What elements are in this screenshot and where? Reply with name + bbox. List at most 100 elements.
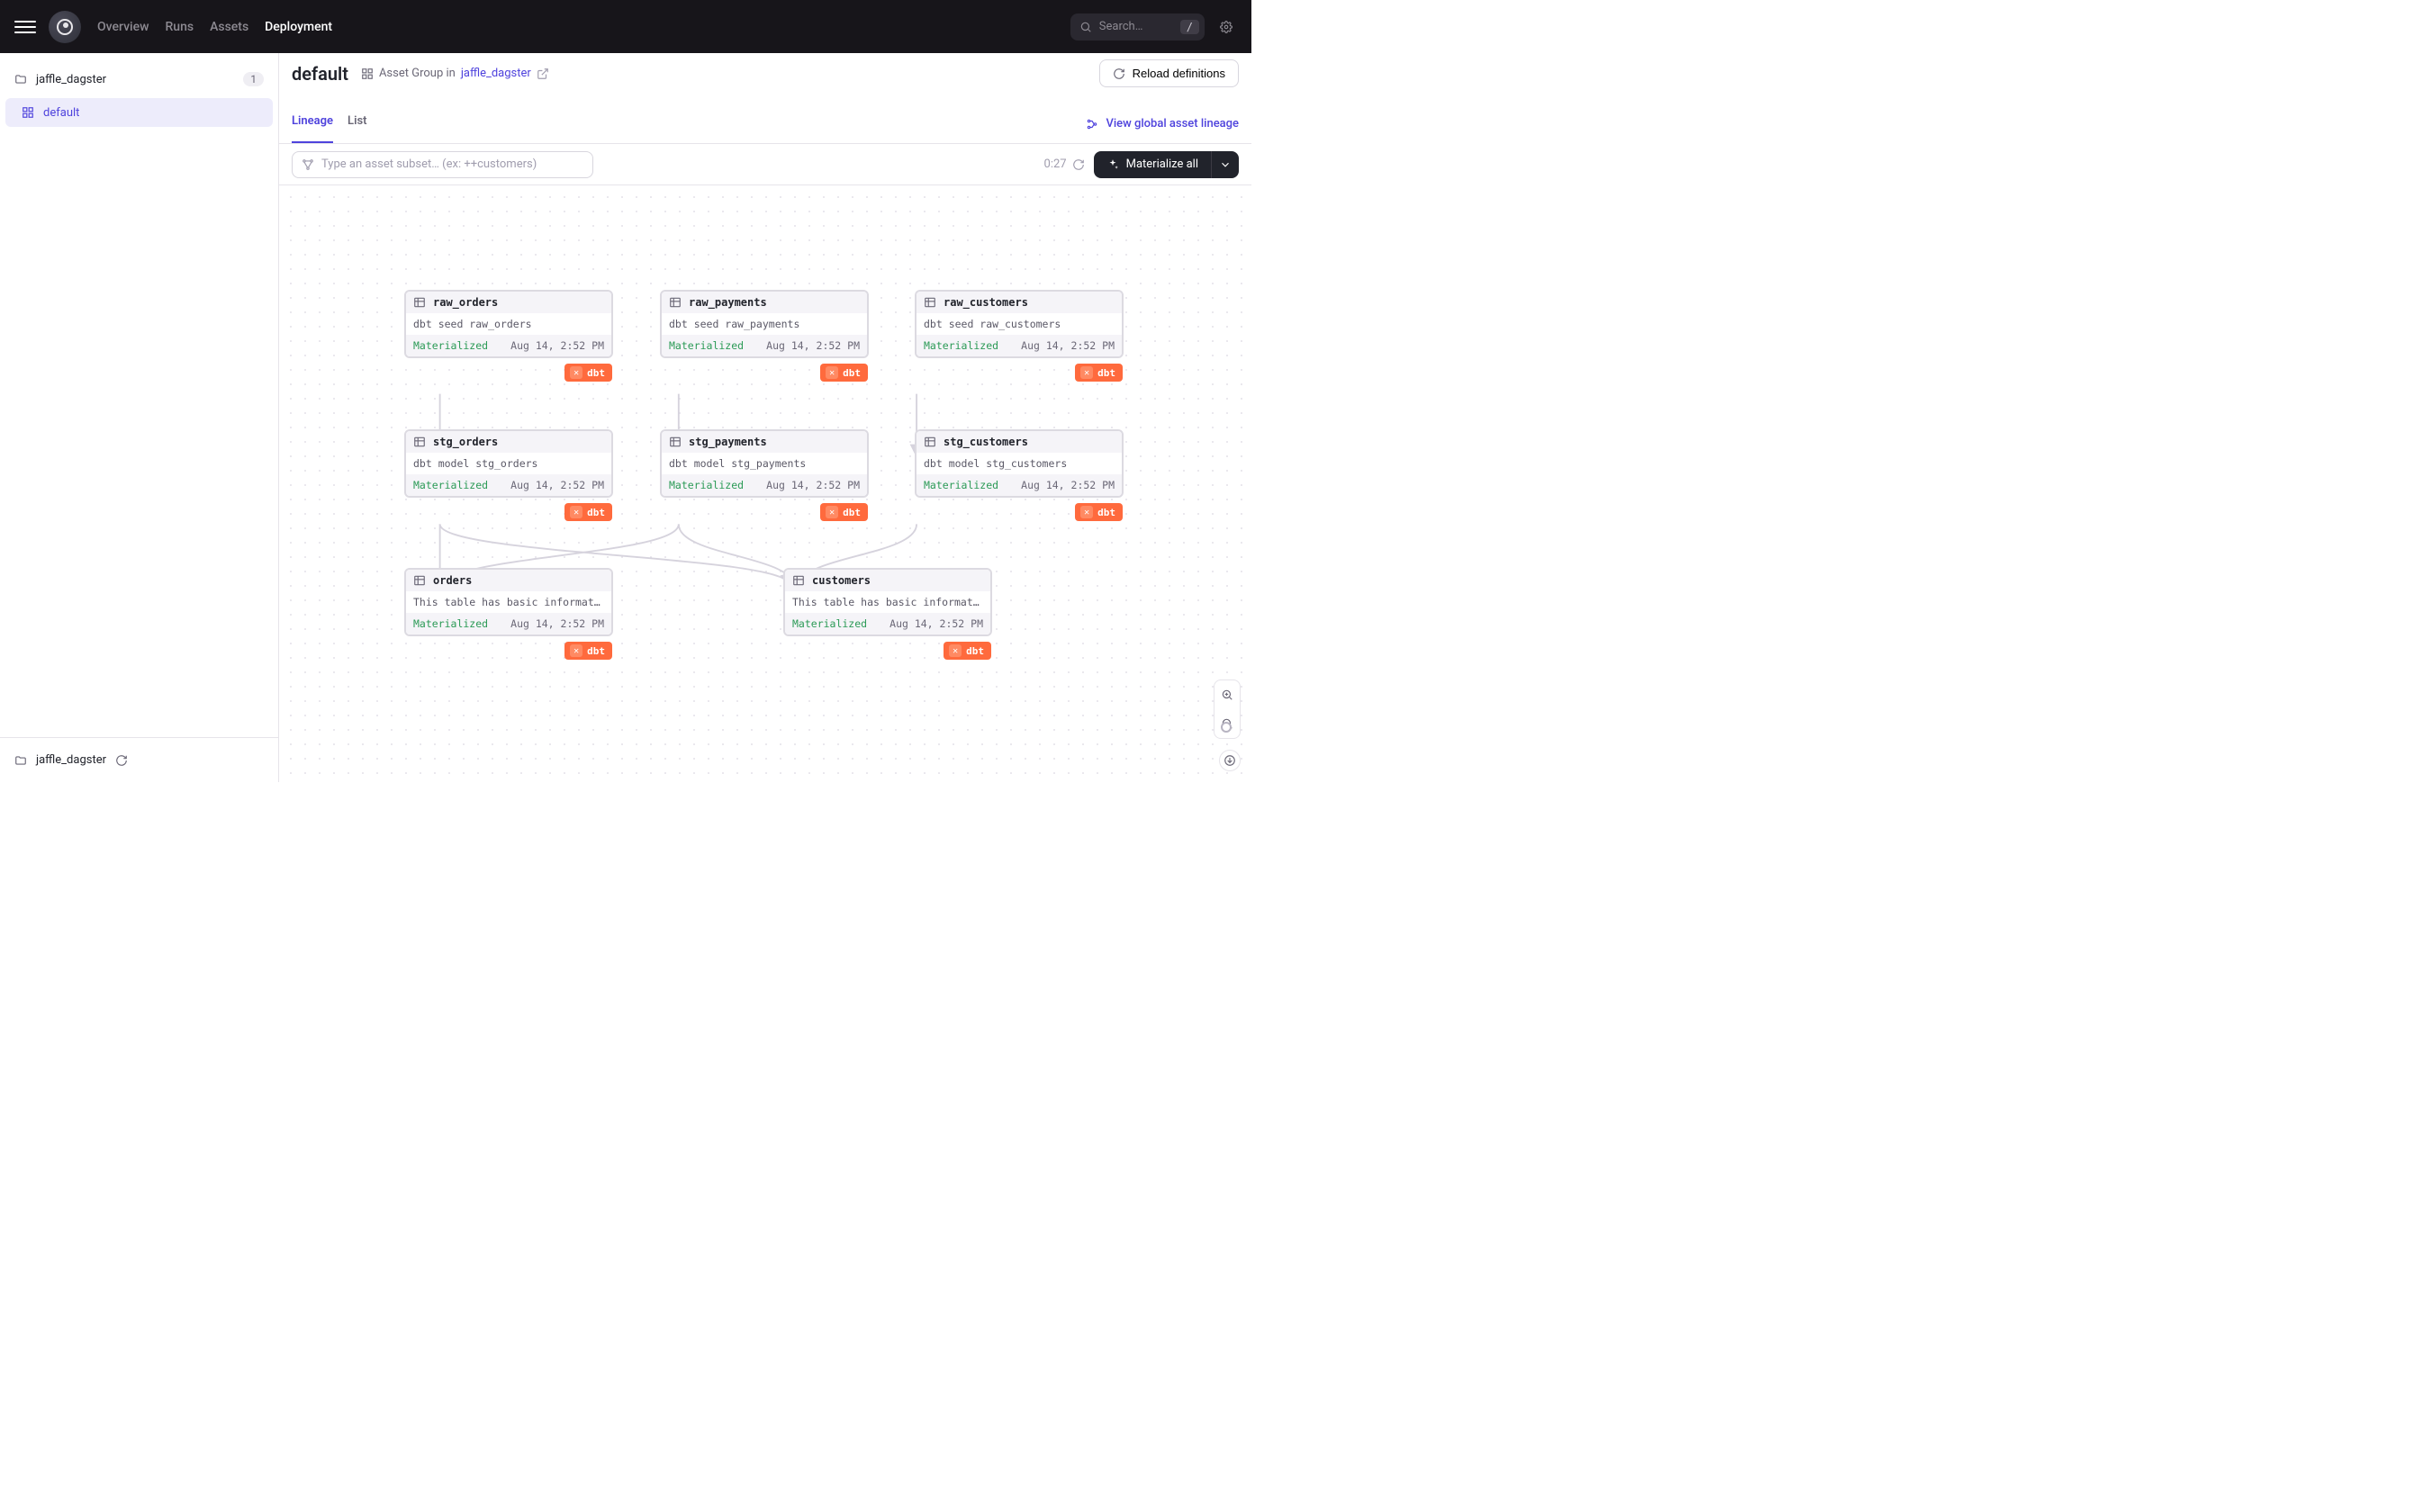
dbt-label: dbt	[843, 367, 861, 379]
node-status-date: Aug 14, 2:52 PM	[766, 339, 860, 352]
dbt-icon: ✕	[826, 506, 838, 518]
zoom-panel	[1214, 680, 1241, 739]
lineage-icon	[1086, 118, 1098, 130]
page-header: default Asset Group in jaffle_dagster Re…	[279, 53, 1251, 94]
dbt-badge: ✕dbt	[564, 642, 612, 660]
dbt-label: dbt	[1097, 367, 1115, 379]
dbt-badge: ✕ dbt	[820, 364, 868, 382]
search-placeholder: Search…	[1099, 20, 1173, 33]
zoom-thumb[interactable]	[1221, 722, 1232, 733]
page-title: default	[292, 63, 348, 85]
folder-icon	[14, 73, 27, 86]
node-header: stg_customers	[917, 431, 1122, 453]
node-description: dbt model stg_customers	[917, 453, 1122, 474]
asset-node-raw_orders[interactable]: raw_ordersdbt seed raw_ordersMaterialize…	[404, 290, 613, 358]
nav-overview[interactable]: Overview	[97, 20, 149, 34]
dagster-logo[interactable]	[49, 11, 81, 43]
table-icon	[924, 296, 936, 309]
asset-node-raw_payments[interactable]: raw_paymentsdbt seed raw_paymentsMateria…	[660, 290, 869, 358]
top-nav: Overview Runs Assets Deployment	[97, 20, 332, 34]
tab-lineage[interactable]: Lineage	[292, 114, 333, 143]
folder-icon	[14, 754, 27, 767]
node-status: MaterializedAug 14, 2:52 PM	[662, 474, 867, 496]
zoom-in-button[interactable]	[1218, 686, 1236, 704]
dbt-badge: ✕dbt	[944, 642, 991, 660]
search-box[interactable]: Search… /	[1070, 14, 1205, 40]
nav-assets[interactable]: Assets	[210, 20, 248, 34]
sidebar-footer-name: jaffle_dagster	[36, 753, 106, 767]
asset-node-stg_customers[interactable]: stg_customersdbt model stg_customersMate…	[915, 429, 1124, 498]
node-status-date: Aug 14, 2:52 PM	[766, 479, 860, 491]
asset-node-stg_payments[interactable]: stg_paymentsdbt model stg_paymentsMateri…	[660, 429, 869, 498]
node-description: This table has basic information about …	[785, 591, 990, 613]
zoom-in-icon	[1221, 688, 1233, 701]
lineage-canvas[interactable]: raw_ordersdbt seed raw_ordersMaterialize…	[279, 185, 1251, 782]
node-header: customers	[785, 570, 990, 591]
node-header: raw_payments	[662, 292, 867, 313]
table-icon	[669, 436, 682, 448]
chip-prefix: Asset Group in	[379, 67, 456, 80]
settings-button[interactable]	[1215, 16, 1237, 38]
node-name: raw_customers	[944, 296, 1028, 309]
refresh-icon[interactable]	[115, 754, 128, 767]
node-status-label: Materialized	[924, 339, 998, 352]
chip-link[interactable]: jaffle_dagster	[461, 67, 531, 80]
dbt-label: dbt	[587, 367, 605, 379]
sidebar-group-name: default	[43, 106, 79, 120]
sidebar-footer[interactable]: jaffle_dagster	[0, 737, 278, 782]
nav-runs[interactable]: Runs	[165, 20, 194, 34]
external-link-icon[interactable]	[537, 68, 549, 80]
table-icon	[924, 436, 936, 448]
dbt-label: dbt	[1097, 507, 1115, 518]
asset-node-customers[interactable]: customersThis table has basic informatio…	[783, 568, 992, 636]
sidebar-repo-row[interactable]: jaffle_dagster 1	[5, 62, 273, 96]
dbt-badge: ✕dbt	[1075, 364, 1123, 382]
sparkle-icon	[1106, 158, 1119, 171]
dbt-badge: ✕ dbt	[564, 364, 612, 382]
dbt-icon: ✕	[570, 506, 582, 518]
global-lineage-label: View global asset lineage	[1106, 117, 1239, 130]
materialize-dropdown-button[interactable]	[1212, 151, 1239, 178]
node-status-label: Materialized	[413, 339, 488, 352]
chevron-down-icon	[1219, 158, 1232, 171]
asset-group-chip: Asset Group in jaffle_dagster	[361, 67, 549, 80]
tab-list[interactable]: List	[348, 114, 366, 143]
asset-node-orders[interactable]: ordersThis table has basic information a…	[404, 568, 613, 636]
node-status-label: Materialized	[413, 617, 488, 630]
topbar: Overview Runs Assets Deployment Search… …	[0, 0, 1251, 53]
dbt-label: dbt	[587, 645, 605, 657]
node-status: Materialized Aug 14, 2:52 PM	[406, 335, 611, 356]
view-global-lineage-link[interactable]: View global asset lineage	[1086, 117, 1239, 143]
node-name: stg_customers	[944, 436, 1028, 448]
node-status-date: Aug 14, 2:52 PM	[510, 479, 604, 491]
node-status-label: Materialized	[792, 617, 867, 630]
node-status: Materialized Aug 14, 2:52 PM	[785, 613, 990, 634]
table-icon	[792, 574, 805, 587]
node-header: stg_payments	[662, 431, 867, 453]
reload-label: Reload definitions	[1133, 67, 1225, 80]
node-name: raw_payments	[689, 296, 767, 309]
hamburger-menu-icon[interactable]	[14, 16, 36, 38]
materialize-all-button[interactable]: Materialize all	[1094, 151, 1212, 178]
node-status-date: Aug 14, 2:52 PM	[510, 617, 604, 630]
asset-node-raw_customers[interactable]: raw_customersdbt seed raw_customersMater…	[915, 290, 1124, 358]
download-button[interactable]	[1219, 750, 1241, 771]
node-description: dbt model stg_orders	[406, 453, 611, 474]
dbt-label: dbt	[966, 645, 984, 657]
node-status: MaterializedAug 14, 2:52 PM	[406, 474, 611, 496]
asset-subset-input[interactable]: Type an asset subset… (ex: ++customers)	[292, 151, 593, 178]
dbt-icon: ✕	[1080, 506, 1093, 518]
node-status-date: Aug 14, 2:52 PM	[510, 339, 604, 352]
nav-deployment[interactable]: Deployment	[265, 20, 332, 34]
search-icon	[1079, 21, 1092, 33]
sidebar-group-row[interactable]: default	[5, 98, 273, 127]
reload-definitions-button[interactable]: Reload definitions	[1099, 59, 1239, 87]
sidebar: jaffle_dagster 1 default jaffle_dagster	[0, 53, 279, 782]
dbt-icon: ✕	[570, 366, 582, 379]
node-header: raw_orders	[406, 292, 611, 313]
node-description: dbt seed raw_payments	[662, 313, 867, 335]
dbt-icon: ✕	[826, 366, 838, 379]
asset-node-stg_orders[interactable]: stg_ordersdbt model stg_ordersMaterializ…	[404, 429, 613, 498]
refresh-icon[interactable]	[1072, 158, 1085, 171]
node-status-date: Aug 14, 2:52 PM	[889, 617, 983, 630]
